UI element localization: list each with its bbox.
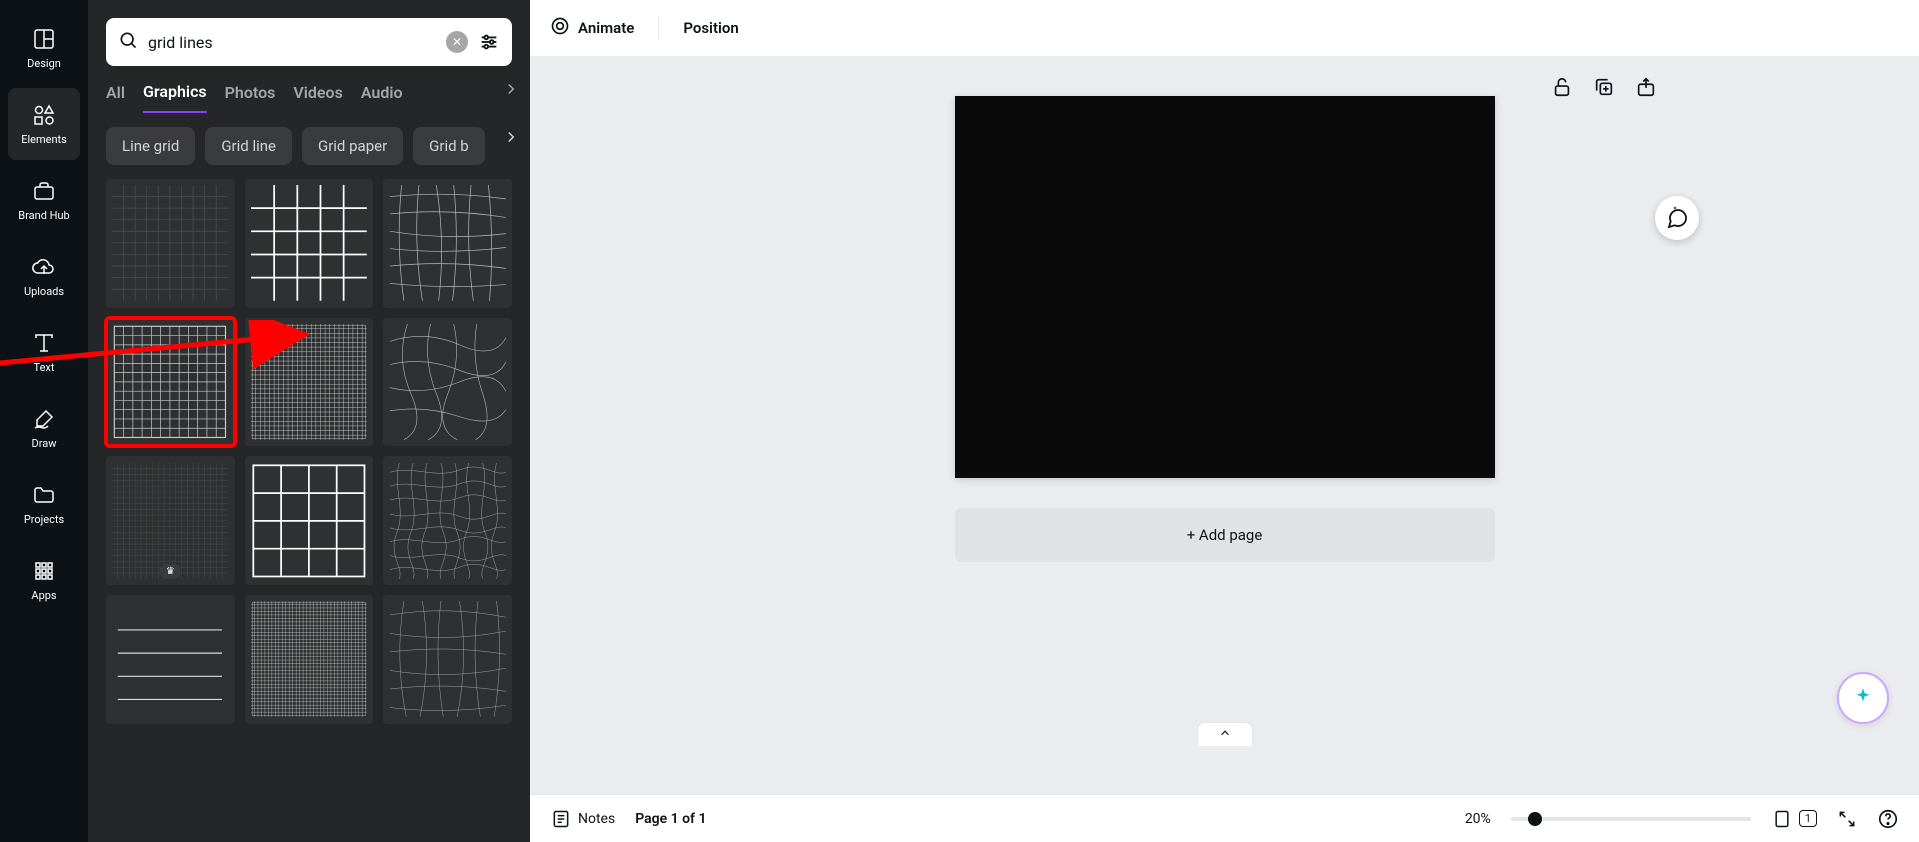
help-button[interactable] [1877, 808, 1899, 830]
fullscreen-button[interactable] [1837, 809, 1857, 829]
main-area: Animate Position + Add page [530, 0, 1919, 842]
result-thumb[interactable] [245, 595, 374, 724]
tab-photos[interactable]: Photos [225, 83, 276, 112]
rail-item-apps[interactable]: Apps [8, 544, 80, 616]
shapes-icon [32, 103, 56, 127]
animate-button[interactable]: Animate [550, 16, 634, 40]
briefcase-icon [32, 179, 56, 203]
rail-item-draw[interactable]: Draw [8, 392, 80, 464]
pages-icon [1771, 808, 1793, 830]
rail-item-elements[interactable]: Elements [8, 88, 80, 160]
search-settings-icon[interactable] [478, 31, 500, 53]
page-indicator: Page 1 of 1 [635, 811, 706, 827]
lock-icon[interactable] [1551, 76, 1575, 100]
rail-label: Elements [21, 133, 67, 146]
ai-assist-button[interactable] [1837, 672, 1889, 724]
cloud-upload-icon [32, 255, 56, 279]
result-thumb[interactable] [245, 179, 374, 308]
magic-comment-button[interactable] [1655, 196, 1699, 240]
rail-label: Brand Hub [18, 209, 69, 222]
rail-label: Uploads [24, 285, 64, 298]
chips-scroll-right-icon[interactable] [498, 124, 524, 154]
search-box: ✕ [106, 18, 512, 66]
rail-item-projects[interactable]: Projects [8, 468, 80, 540]
result-thumb[interactable] [383, 456, 512, 585]
rail-label: Projects [24, 513, 64, 526]
page-manager-button[interactable]: 1 [1771, 808, 1817, 830]
chip-grid-more[interactable]: Grid b [413, 127, 485, 165]
bottom-bar: Notes Page 1 of 1 20% 1 [530, 794, 1919, 842]
canvas-topbar: Animate Position [530, 0, 1919, 56]
layout-icon [32, 27, 56, 51]
text-icon [32, 331, 56, 355]
result-thumb[interactable] [106, 595, 235, 724]
result-thumb-highlighted[interactable] [106, 318, 235, 447]
rail-item-uploads[interactable]: Uploads [8, 240, 80, 312]
grid-dots-icon [32, 559, 56, 583]
result-thumb[interactable]: ♛ [106, 456, 235, 585]
rail-label: Design [27, 57, 61, 70]
category-tabs: All Graphics Photos Videos Audio [88, 66, 530, 113]
canvas-area[interactable]: + Add page [530, 56, 1919, 794]
zoom-slider[interactable] [1511, 817, 1751, 821]
result-thumb[interactable] [245, 456, 374, 585]
clear-search-icon[interactable]: ✕ [446, 31, 468, 53]
suggestion-chips: Line grid Grid line Grid paper Grid b [88, 113, 530, 165]
topbar-separator [658, 16, 659, 40]
chip-line-grid[interactable]: Line grid [106, 127, 195, 165]
share-icon[interactable] [1635, 76, 1659, 100]
premium-badge-icon: ♛ [160, 564, 181, 579]
expand-timeline-button[interactable] [1197, 722, 1253, 746]
tab-graphics[interactable]: Graphics [143, 82, 207, 113]
rail-label: Draw [32, 437, 57, 450]
pencil-icon [32, 407, 56, 431]
result-thumb[interactable] [383, 595, 512, 724]
result-thumb[interactable] [106, 179, 235, 308]
result-thumb[interactable] [383, 179, 512, 308]
tab-videos[interactable]: Videos [293, 83, 342, 112]
position-button[interactable]: Position [683, 19, 738, 37]
rail-item-brand-hub[interactable]: Brand Hub [8, 164, 80, 236]
tab-audio[interactable]: Audio [361, 83, 403, 112]
rail-label: Apps [31, 589, 56, 602]
canvas-tools [1551, 76, 1659, 100]
elements-panel: ✕ All Graphics Photos Videos Audio Line … [88, 0, 530, 842]
notes-icon [550, 808, 572, 830]
result-thumb[interactable] [383, 318, 512, 447]
notes-button[interactable]: Notes [550, 808, 615, 830]
result-thumb[interactable] [245, 318, 374, 447]
rail-item-design[interactable]: Design [8, 12, 80, 84]
animate-icon [550, 16, 570, 40]
search-input[interactable] [148, 33, 436, 52]
duplicate-icon[interactable] [1593, 76, 1617, 100]
rail-label: Text [34, 361, 55, 374]
design-canvas[interactable] [955, 96, 1495, 478]
chip-grid-line[interactable]: Grid line [205, 127, 292, 165]
results-grid: ♛ [88, 165, 530, 842]
chip-grid-paper[interactable]: Grid paper [302, 127, 403, 165]
left-rail: Design Elements Brand Hub Uploads Text D… [0, 0, 88, 842]
folder-icon [32, 483, 56, 507]
tab-all[interactable]: All [106, 83, 125, 112]
zoom-value[interactable]: 20% [1465, 811, 1491, 827]
rail-item-text[interactable]: Text [8, 316, 80, 388]
search-icon [118, 30, 138, 54]
tabs-scroll-right-icon[interactable] [502, 80, 520, 102]
add-page-button[interactable]: + Add page [955, 508, 1495, 562]
